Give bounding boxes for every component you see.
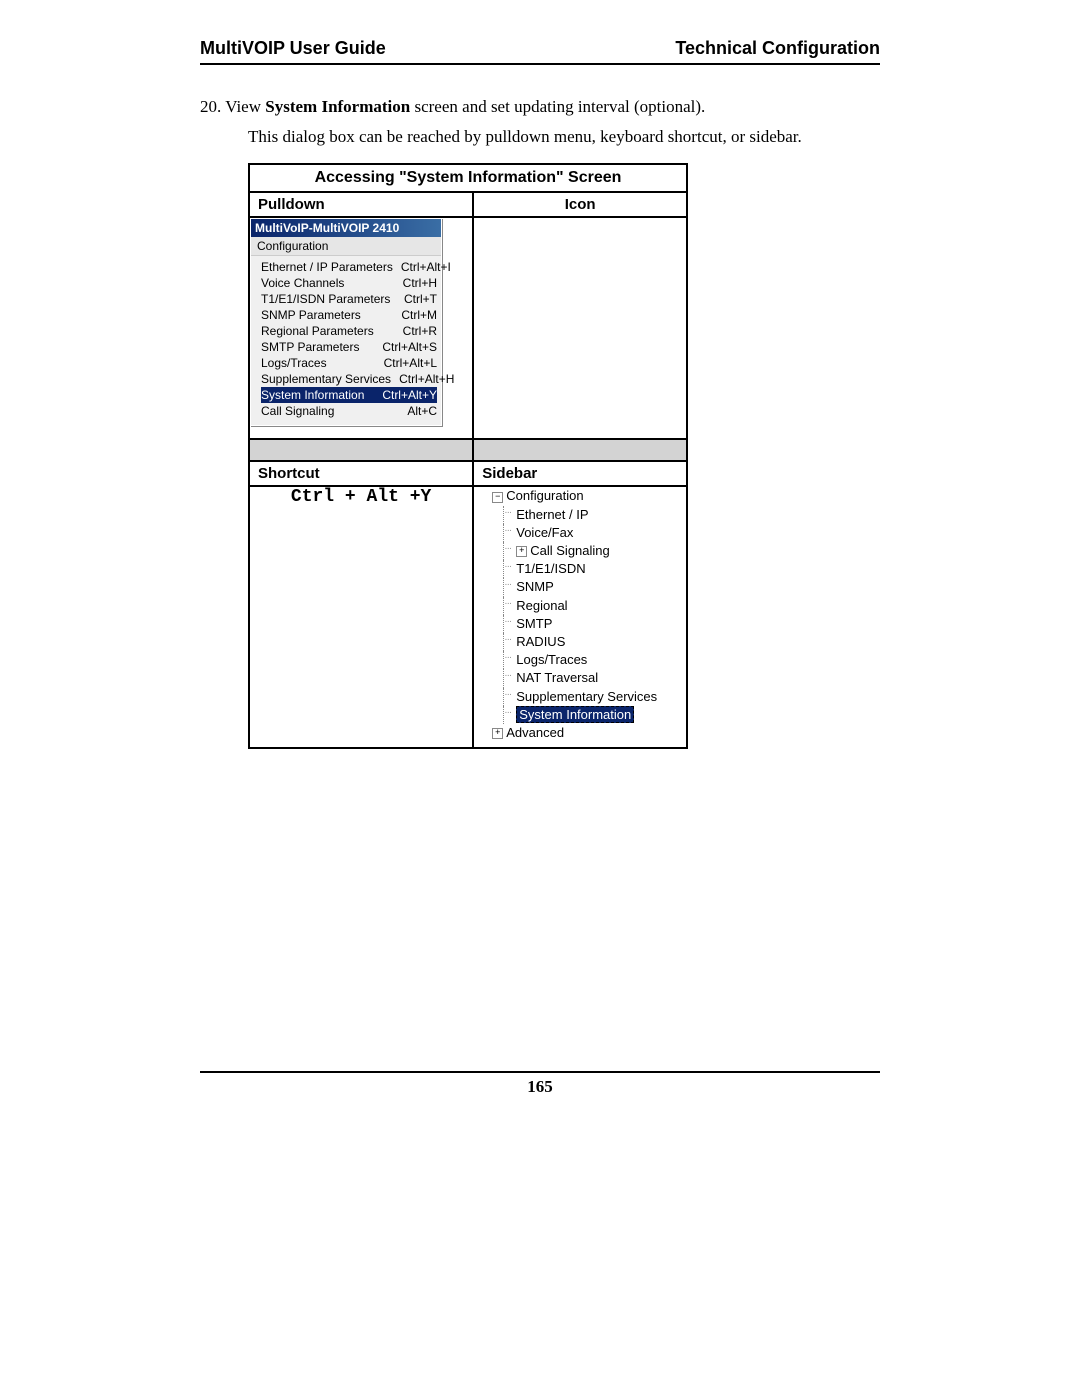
collapse-icon[interactable]: −	[492, 492, 503, 503]
step-number: 20.	[200, 97, 221, 116]
cell-sidebar: −ConfigurationEthernet / IPVoice/Fax+Cal…	[473, 486, 687, 748]
step-bold: System Information	[265, 97, 410, 116]
menu-item-shortcut: Ctrl+H	[395, 276, 437, 290]
tree-item-logs-traces[interactable]: Logs/Traces	[498, 651, 686, 669]
tree-item-snmp[interactable]: SNMP	[498, 578, 686, 596]
tree-item-radius[interactable]: RADIUS	[498, 633, 686, 651]
tree-item-label: Voice/Fax	[516, 525, 573, 540]
expand-icon[interactable]: +	[516, 546, 527, 557]
menu-item-label: Supplementary Services	[261, 372, 391, 386]
tree-item-label: Logs/Traces	[516, 652, 587, 667]
menu-item-label: Ethernet / IP Parameters	[261, 260, 393, 274]
menu-item-label: Regional Parameters	[261, 324, 374, 338]
cell-pulldown: MultiVoIP-MultiVOIP 2410 Configuration E…	[249, 217, 473, 439]
cell-shortcut: Ctrl + Alt +Y	[249, 486, 473, 748]
menu-item-label: Voice Channels	[261, 276, 344, 290]
menu-item-smtp-parameters[interactable]: SMTP Parameters Ctrl+Alt+S	[261, 339, 437, 355]
menu-item-shortcut: Ctrl+Alt+L	[376, 356, 437, 370]
menu-item-snmp-parameters[interactable]: SNMP Parameters Ctrl+M	[261, 307, 437, 323]
menu-item-label: T1/E1/ISDN Parameters	[261, 292, 390, 306]
tree-item-supplementary-services[interactable]: Supplementary Services	[498, 688, 686, 706]
menu-item-system-information[interactable]: System Information Ctrl+Alt+Y	[261, 387, 437, 403]
header-right: Technical Configuration	[675, 38, 880, 59]
menu-item-shortcut: Ctrl+Alt+S	[374, 340, 437, 354]
tree-item-ethernet-ip[interactable]: Ethernet / IP	[498, 506, 686, 524]
head-pulldown: Pulldown	[249, 192, 473, 217]
tree-item-nat-traversal[interactable]: NAT Traversal	[498, 669, 686, 687]
tree-item-call-signaling[interactable]: +Call Signaling	[498, 542, 686, 560]
menu-item-supplementary-services[interactable]: Supplementary ServicesCtrl+Alt+H	[261, 371, 437, 387]
access-table: Accessing "System Information" Screen Pu…	[248, 163, 688, 749]
tree-item-regional[interactable]: Regional	[498, 597, 686, 615]
tree-root-advanced[interactable]: +Advanced	[474, 724, 686, 742]
tree-item-label: SNMP	[516, 579, 554, 594]
page-footer: 165	[200, 1071, 880, 1097]
menu-item-logs-traces[interactable]: Logs/Traces Ctrl+Alt+L	[261, 355, 437, 371]
tree-item-system-information[interactable]: System Information	[498, 706, 686, 724]
menu-item-label: Call Signaling	[261, 404, 334, 418]
menu-item-label: SMTP Parameters	[261, 340, 359, 354]
tree-item-smtp[interactable]: SMTP	[498, 615, 686, 633]
tree-item-label: SMTP	[516, 616, 552, 631]
menu-item-call-signaling[interactable]: Call Signaling Alt+C	[261, 403, 437, 419]
menu-item-regional-parameters[interactable]: Regional Parameters Ctrl+R	[261, 323, 437, 339]
page-header: MultiVOIP User Guide Technical Configura…	[200, 38, 880, 65]
menu-item-shortcut: Ctrl+Alt+I	[393, 260, 451, 274]
tree-root-configuration[interactable]: −Configuration Ethernet / IP Voice/Fax +Cal…	[474, 487, 686, 723]
tree-item-label: System Information	[516, 706, 634, 723]
window-title: MultiVoIP-MultiVOIP 2410	[251, 219, 441, 237]
tree-item-label: RADIUS	[516, 634, 565, 649]
app-title: MultiVoIP-MultiVOIP 2410	[255, 221, 399, 235]
step-text-suffix: screen and set updating interval (option…	[410, 97, 705, 116]
expand-icon[interactable]: +	[492, 728, 503, 739]
submenu: Ethernet / IP ParametersCtrl+Alt+IVoice …	[251, 256, 441, 425]
menu-item-shortcut: Alt+C	[399, 404, 437, 418]
menu-item-shortcut: Ctrl+T	[396, 292, 437, 306]
step-line: 20. View System Information screen and s…	[200, 95, 880, 119]
menu-item-voice-channels[interactable]: Voice Channels Ctrl+H	[261, 275, 437, 291]
tree-item-label: Call Signaling	[530, 543, 610, 558]
tree-item-voice-fax[interactable]: Voice/Fax	[498, 524, 686, 542]
tree-item-label: Regional	[516, 598, 567, 613]
menu-item-ethernet-ip-parameters[interactable]: Ethernet / IP ParametersCtrl+Alt+I	[261, 259, 437, 275]
tree-advanced-label: Advanced	[506, 725, 564, 740]
menu-item-label: SNMP Parameters	[261, 308, 361, 322]
tree-item-label: Ethernet / IP	[516, 507, 588, 522]
page-number: 165	[200, 1071, 880, 1097]
tree-item-t1-e1-isdn[interactable]: T1/E1/ISDN	[498, 560, 686, 578]
menu-item-t1-e1-isdn-parameters[interactable]: T1/E1/ISDN Parameters Ctrl+T	[261, 291, 437, 307]
menu-item-label: System Information	[261, 388, 364, 402]
cell-icon	[473, 217, 687, 439]
table-caption: Accessing "System Information" Screen	[249, 164, 687, 192]
tree-root-label: Configuration	[506, 488, 583, 503]
tree-item-label: NAT Traversal	[516, 670, 598, 685]
pulldown-window: MultiVoIP-MultiVOIP 2410 Configuration E…	[250, 218, 442, 426]
menu-item-shortcut: Ctrl+M	[393, 308, 437, 322]
header-left: MultiVOIP User Guide	[200, 38, 386, 59]
menu-item-shortcut: Ctrl+R	[395, 324, 437, 338]
step-text-prefix: View	[225, 97, 265, 116]
tree-item-label: T1/E1/ISDN	[516, 561, 585, 576]
menu-item-shortcut: Ctrl+Alt+Y	[374, 388, 437, 402]
menu-item-label: Logs/Traces	[261, 356, 327, 370]
head-icon: Icon	[473, 192, 687, 217]
step-description: This dialog box can be reached by pulldo…	[248, 125, 880, 150]
menu-configuration[interactable]: Configuration	[251, 237, 441, 256]
menu-item-shortcut: Ctrl+Alt+H	[391, 372, 454, 386]
head-shortcut: Shortcut	[249, 461, 473, 486]
tree-item-label: Supplementary Services	[516, 689, 657, 704]
head-sidebar: Sidebar	[473, 461, 687, 486]
